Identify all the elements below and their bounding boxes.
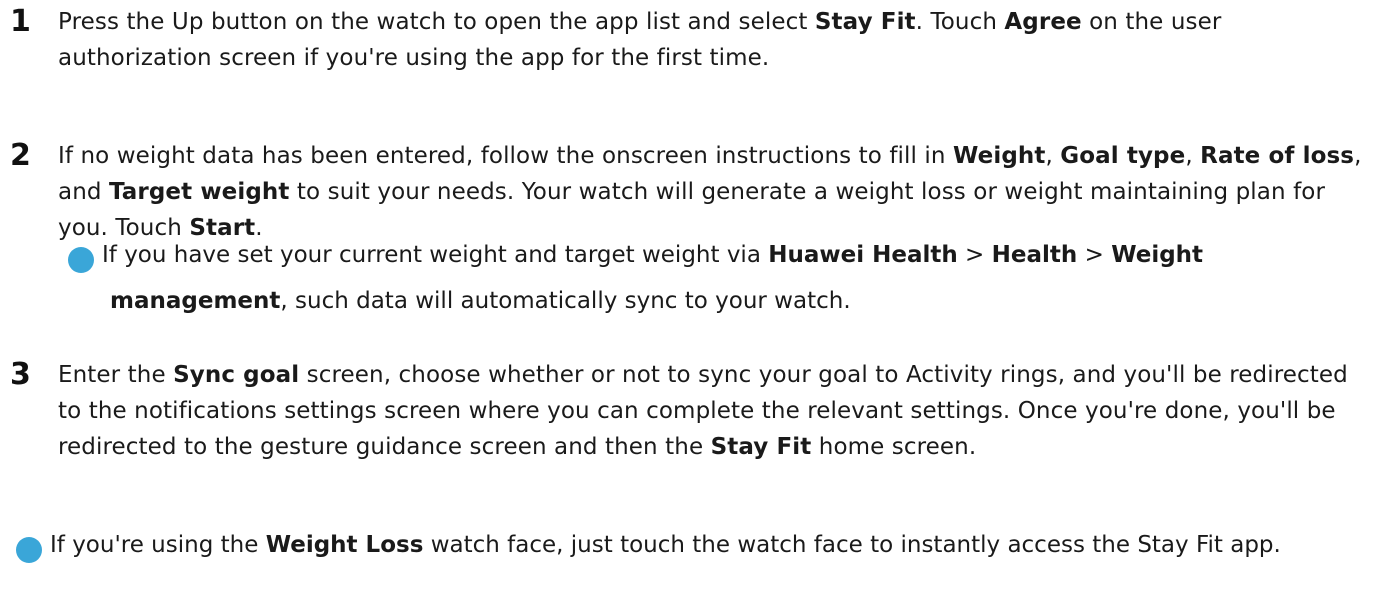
text-run: If you have set your current weight and … — [102, 242, 769, 268]
note-text: If you have set your current weight and … — [102, 242, 1203, 314]
text-run: , such data will automatically sync to y… — [280, 288, 851, 314]
bold-term: Huawei Health — [768, 242, 958, 268]
text-run: > — [1077, 242, 1112, 268]
text-run: > — [957, 242, 992, 268]
note-health-sync: i If you have set your current weight and… — [57, 232, 1380, 324]
bold-term: Health — [991, 242, 1078, 268]
text-run: If you're using the — [50, 532, 266, 558]
text-run: watch face, just touch the watch face to… — [423, 532, 1281, 558]
step-text: If no weight data has been entered, foll… — [58, 138, 1378, 246]
bold-term: Sync goal — [173, 362, 300, 388]
text-run: home screen. — [811, 434, 977, 460]
bold-term: Stay Fit — [814, 9, 916, 35]
text-run: Press the Up button on the watch to open… — [58, 9, 815, 35]
step-number: 2 — [10, 138, 31, 173]
note-text: If you're using the Weight Loss watch fa… — [50, 532, 1281, 558]
bold-term: Weight — [952, 143, 1046, 169]
text-run: , — [1185, 143, 1201, 169]
bold-term: Weight Loss — [265, 532, 424, 558]
text-run: If no weight data has been entered, foll… — [58, 143, 953, 169]
step-text: Enter the Sync goal screen, choose wheth… — [58, 357, 1378, 465]
step-number: 3 — [10, 357, 31, 392]
bold-term: Agree — [1004, 9, 1082, 35]
text-run: Enter the — [58, 362, 174, 388]
text-run: , — [1045, 143, 1061, 169]
info-icon: i — [57, 247, 94, 273]
step-number: 1 — [10, 4, 31, 39]
info-icon: i — [5, 537, 42, 563]
note-weight-loss-face: i If you're using the Weight Loss watch f… — [5, 522, 1368, 568]
bold-term: Goal type — [1060, 143, 1186, 169]
text-run: . Touch — [915, 9, 1005, 35]
bold-term: Target weight — [108, 179, 290, 205]
bold-term: Rate of loss — [1200, 143, 1355, 169]
bold-term: Stay Fit — [710, 434, 812, 460]
document-page: 1 Press the Up button on the watch to op… — [0, 0, 1382, 613]
step-text: Press the Up button on the watch to open… — [58, 4, 1378, 76]
